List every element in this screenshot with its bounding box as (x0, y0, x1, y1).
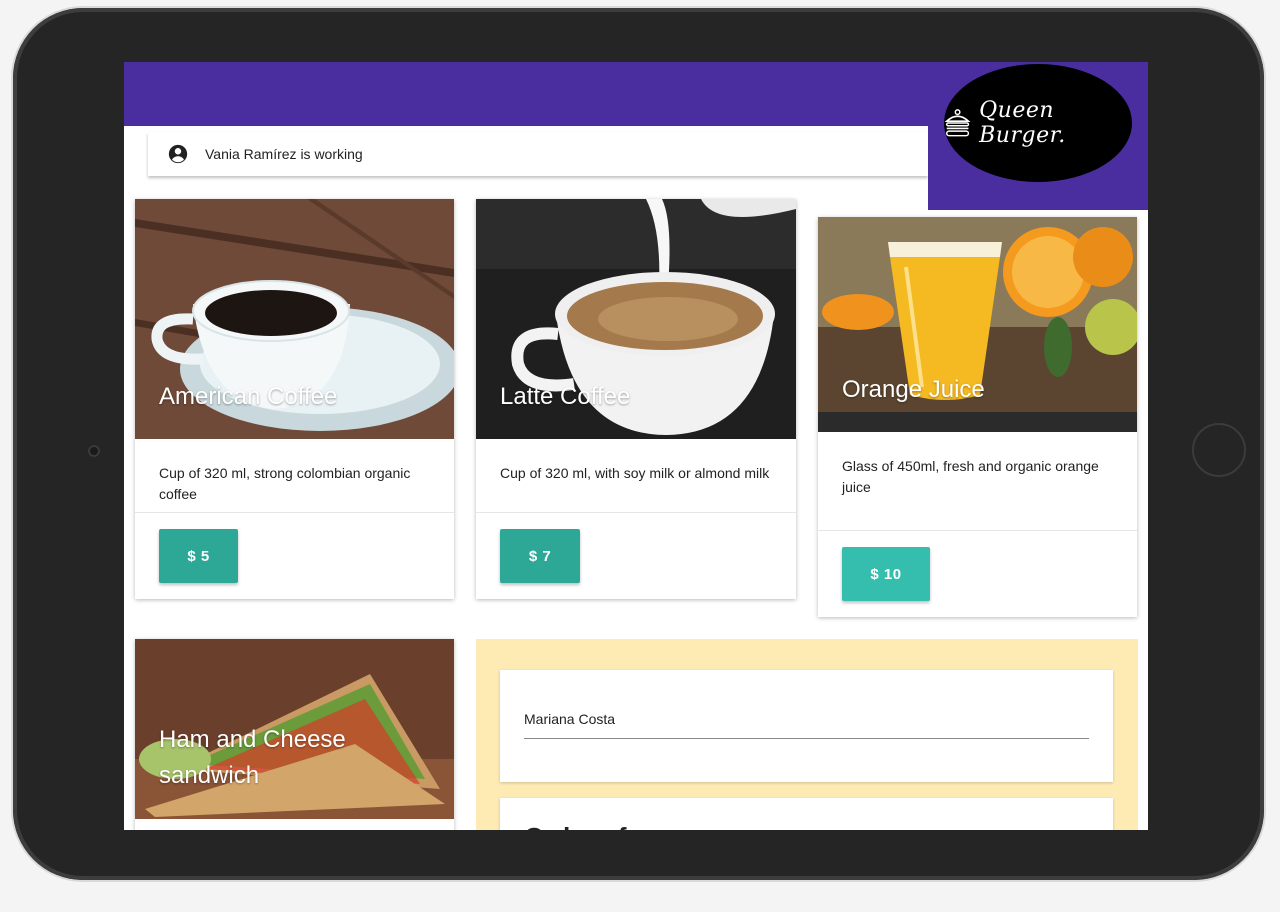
product-card-american-coffee[interactable]: American Coffee Cup of 320 ml, strong co… (135, 199, 454, 599)
price-button[interactable]: $ 5 (159, 529, 238, 583)
brand-name: Queen Burger. (979, 98, 1066, 148)
worker-status-bar: Vania Ramírez is working (148, 132, 928, 176)
product-description: Cup of 320 ml, strong colombian organic … (159, 465, 411, 502)
burger-icon (944, 109, 971, 137)
card-divider (135, 512, 454, 513)
product-card-ham-cheese-sandwich[interactable]: Ham and Cheese sandwich (135, 639, 454, 830)
card-divider (476, 512, 796, 513)
worker-status-text: Vania Ramírez is working (205, 146, 363, 162)
product-card-orange-juice[interactable]: Orange Juice Glass of 450ml, fresh and o… (818, 217, 1137, 617)
product-card-latte-coffee[interactable]: Latte Coffee Cup of 320 ml, with soy mil… (476, 199, 796, 599)
product-description: Cup of 320 ml, with soy milk or almond m… (500, 465, 770, 481)
logo-panel: Queen Burger. (928, 62, 1148, 210)
brand-logo[interactable]: Queen Burger. (944, 64, 1132, 182)
price-button[interactable]: $ 10 (842, 547, 930, 601)
customer-name-card (500, 670, 1113, 782)
app-screen: Vania Ramírez is working Queen Burger. A… (124, 62, 1148, 830)
card-divider (818, 530, 1137, 531)
product-title: Orange Juice (842, 376, 985, 403)
product-title: Ham and Cheese sandwich (159, 726, 346, 789)
product-title: Latte Coffee (500, 383, 631, 410)
account-circle-icon (168, 144, 188, 164)
camera-icon (88, 445, 100, 457)
order-summary-card: Order of... (500, 798, 1113, 830)
order-panel: Order of... (476, 639, 1138, 830)
product-title: American Coffee (159, 383, 338, 410)
order-title: Order of... (524, 822, 648, 830)
price-button[interactable]: $ 7 (500, 529, 580, 583)
product-description: Glass of 450ml, fresh and organic orange… (842, 458, 1099, 495)
customer-name-input[interactable] (524, 700, 1089, 739)
home-button[interactable] (1192, 423, 1246, 477)
